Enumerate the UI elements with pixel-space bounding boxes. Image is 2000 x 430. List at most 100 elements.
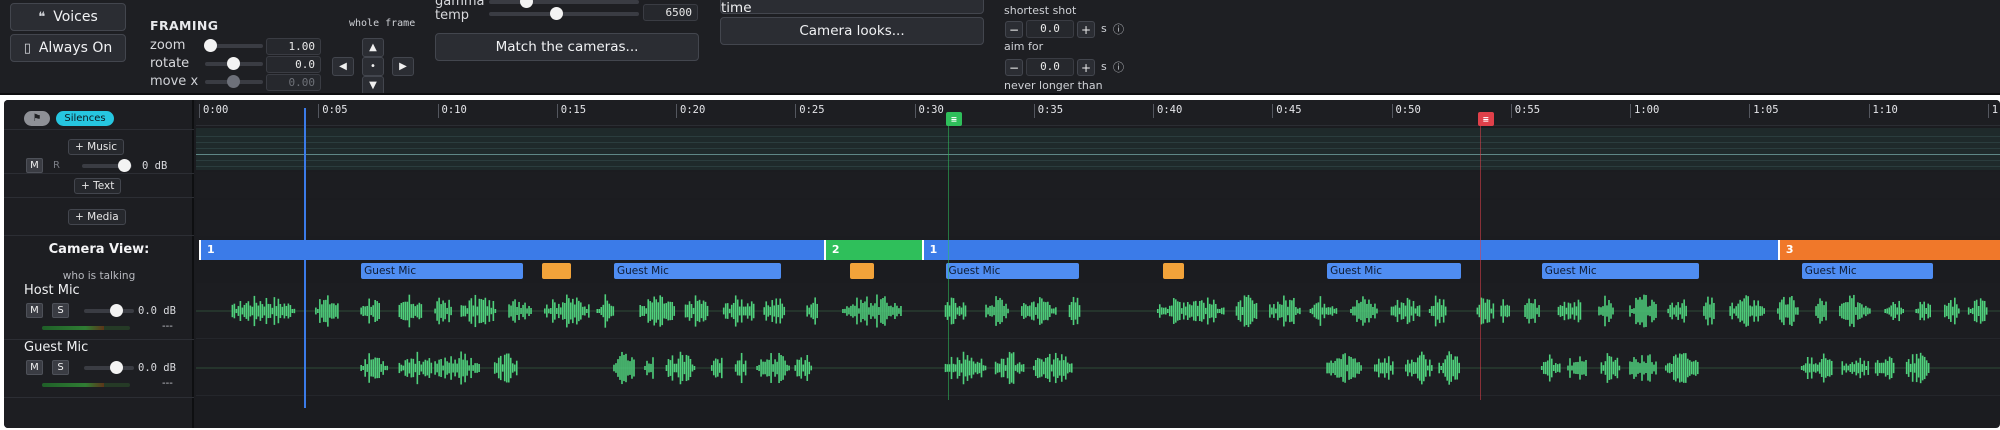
music-record-button[interactable]: R (48, 158, 65, 173)
guest-volume-db: 0.0 dB (138, 362, 176, 374)
camera-segment[interactable]: 3 (1777, 240, 2000, 260)
zoom-value-input[interactable]: 1.00 (266, 38, 321, 55)
host-track-header: Host Mic M S 0.0 dB --- (4, 283, 194, 340)
playhead[interactable] (303, 108, 306, 408)
add-music-button[interactable]: + Music (68, 139, 125, 155)
aim-unit: s (1101, 60, 1107, 73)
never-longer-label: never longer than (1004, 79, 1103, 92)
camera-segment[interactable]: 2 (823, 240, 922, 260)
aim-minus-button[interactable]: − (1005, 59, 1023, 76)
gamma-slider-track[interactable] (489, 0, 639, 4)
guest-mute-button[interactable]: M (26, 360, 43, 375)
gamma-slider-knob[interactable] (520, 0, 533, 8)
host-track-name: Host Mic (24, 283, 80, 298)
host-audio-lane[interactable] (196, 283, 2000, 339)
add-media-button[interactable]: + Media (68, 209, 126, 225)
arrow-up-icon[interactable]: ▲ (362, 38, 384, 57)
guest-audio-lane[interactable] (196, 340, 2000, 396)
arrow-left-icon[interactable]: ◀ (332, 57, 354, 76)
rotate-value-input[interactable]: 0.0 (266, 56, 321, 73)
center-dot-icon[interactable]: • (362, 57, 384, 76)
shortest-shot-label: shortest shot (1004, 4, 1077, 17)
phone-icon: ▯ (23, 40, 31, 56)
waveform-burst (398, 351, 433, 385)
quote-icon: ❝ (38, 9, 46, 25)
waveform-burst (644, 357, 654, 379)
waveform-burst (994, 351, 1025, 385)
flag-icon[interactable]: ⚑ (24, 111, 50, 126)
ruler-tick: 0:50 (1391, 104, 1421, 118)
host-solo-button[interactable]: S (52, 303, 69, 318)
ruler-tick: 0:05 (318, 104, 348, 118)
host-volume-knob[interactable] (110, 304, 123, 317)
temp-value-input[interactable]: 6500 (643, 4, 698, 21)
move-x-value-input[interactable]: 0.00 (266, 74, 321, 91)
aim-for-input[interactable]: 0.0 (1026, 58, 1074, 76)
ruler-tick: 0:55 (1510, 104, 1540, 118)
music-volume-knob[interactable] (118, 159, 131, 172)
music-lane[interactable] (196, 128, 2000, 170)
aim-plus-button[interactable]: + (1077, 59, 1095, 76)
speaker-block[interactable]: Guest Mic (945, 263, 1080, 279)
text-lane[interactable] (196, 172, 2000, 198)
top-control-panel: ❝ Voices ▯ Always On FRAMING whole frame… (0, 0, 2000, 95)
arrow-right-icon[interactable]: ▶ (392, 57, 414, 76)
cutaway-block[interactable] (542, 263, 572, 279)
whole-frame-label: whole frame (349, 18, 416, 29)
host-waveform (196, 294, 2000, 328)
guest-solo-button[interactable]: S (52, 360, 69, 375)
music-mute-button[interactable]: M (26, 158, 43, 173)
camera-view-label: Camera View: (48, 242, 150, 257)
waveform-burst (596, 294, 615, 328)
text-track-header: + Text (4, 174, 194, 198)
guest-meter-readout: --- (162, 378, 173, 389)
speaker-block[interactable]: Guest Mic (613, 263, 781, 279)
remember-cameras-button[interactable]: Remember these cameras for next time (720, 0, 984, 16)
match-cameras-button[interactable]: Match the cameras... (435, 33, 699, 61)
timeline-area[interactable]: 0:00 0:05 0:10 0:15 0:20 0:25 0:30 0:35 0:40 0:45… (196, 100, 2000, 428)
camera-segment[interactable]: 1 (199, 240, 824, 260)
arrow-down-icon[interactable]: ▼ (362, 76, 384, 93)
add-text-button[interactable]: + Text (74, 178, 122, 194)
guest-track-header: Guest Mic M S 0.0 dB --- (4, 340, 194, 398)
always-on-button[interactable]: ▯ Always On (10, 34, 126, 62)
camera-view-lane[interactable]: 1213 (196, 240, 2000, 260)
resize-handle[interactable] (978, 93, 1024, 95)
temp-label: temp (435, 8, 470, 23)
shortest-shot-input[interactable]: 0.0 (1026, 20, 1074, 38)
camera-segment[interactable]: 1 (921, 240, 1778, 260)
speaker-block[interactable]: Guest Mic (1327, 263, 1461, 279)
ruler-tick: 1:10 (1868, 104, 1898, 118)
host-mute-button[interactable]: M (26, 303, 43, 318)
info-icon[interactable]: ⓘ (1113, 21, 1124, 37)
temp-slider-track[interactable] (489, 12, 639, 16)
music-track-header: + Music M R 0 dB (4, 130, 194, 174)
shortest-plus-button[interactable]: + (1077, 21, 1095, 38)
move-x-label: move x (150, 74, 199, 89)
cutaway-block[interactable] (1162, 263, 1184, 279)
rotate-slider-knob[interactable] (227, 57, 240, 70)
comment-marker-icon[interactable]: ≡ (945, 112, 962, 126)
speaker-lane[interactable]: Guest Mic Guest Mic Guest Mic Guest Mic Gues… (196, 263, 2000, 281)
guest-volume-knob[interactable] (110, 361, 123, 374)
host-volume-track[interactable] (84, 309, 134, 313)
shortest-unit: s (1101, 22, 1107, 35)
guest-volume-track[interactable] (84, 366, 134, 370)
camera-looks-button[interactable]: Camera looks... (720, 17, 984, 45)
move-x-slider-knob[interactable] (227, 75, 240, 88)
info-icon[interactable]: ⓘ (1113, 59, 1124, 75)
time-ruler[interactable]: 0:00 0:05 0:10 0:15 0:20 0:25 0:30 0:35 0:40 0:45… (196, 100, 2000, 126)
cutaway-block[interactable] (850, 263, 874, 279)
silences-toggle[interactable]: Silences (56, 111, 114, 126)
zoom-slider-knob[interactable] (204, 39, 217, 52)
shortest-minus-button[interactable]: − (1005, 21, 1023, 38)
speaker-block[interactable]: Guest Mic (1801, 263, 1933, 279)
speaker-block[interactable]: Guest Mic (1541, 263, 1700, 279)
comment-marker-icon[interactable]: ≡ (1477, 112, 1494, 126)
temp-slider-knob[interactable] (550, 7, 563, 20)
who-is-talking-label: who is talking (62, 270, 136, 282)
speaker-block[interactable]: Guest Mic (361, 263, 524, 279)
voices-button[interactable]: ❝ Voices (10, 3, 126, 31)
media-lane[interactable] (196, 200, 2000, 236)
rotate-label: rotate (150, 56, 190, 71)
